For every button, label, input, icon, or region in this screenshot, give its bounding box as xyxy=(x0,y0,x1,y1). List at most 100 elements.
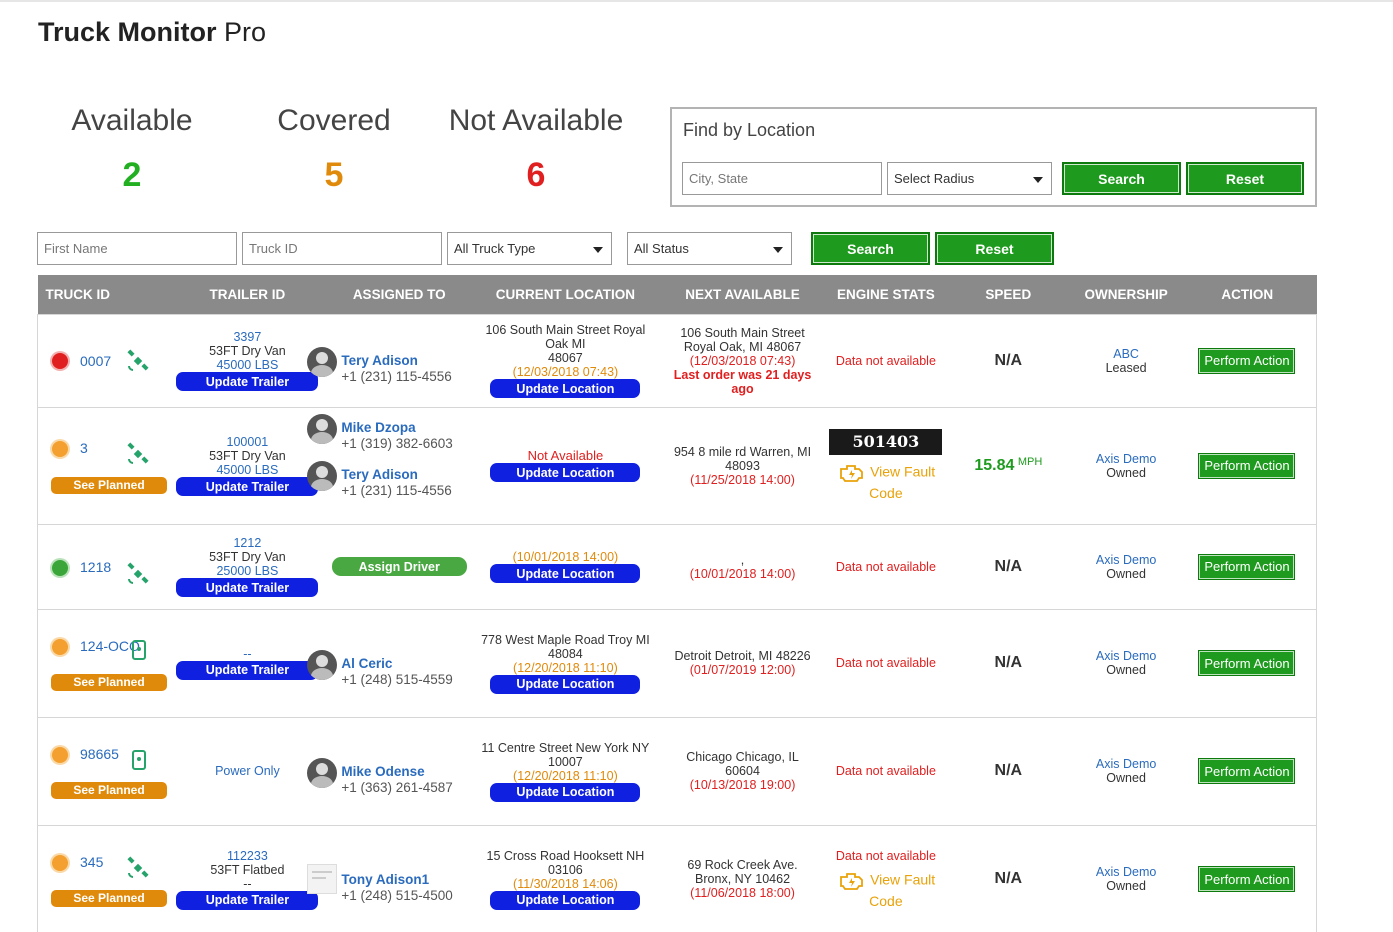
update-location-button[interactable]: Update Location xyxy=(490,379,641,398)
update-trailer-button[interactable]: Update Trailer xyxy=(176,890,319,910)
assigned-to-cell: Mike Dzopa +1 (319) 382-6603 Tery Adison… xyxy=(307,406,476,524)
truck-id-link[interactable]: 0007 xyxy=(80,353,111,369)
next-address: 954 8 mile rd Warren, MI xyxy=(673,444,812,459)
filter-reset-button[interactable]: Reset xyxy=(935,232,1054,265)
column-header[interactable]: ASSIGNED TO xyxy=(323,275,476,314)
owner-type: Owned xyxy=(1106,566,1146,581)
location-zip: 48067 xyxy=(548,351,583,365)
perform-action-button[interactable]: Perform Action xyxy=(1198,650,1296,676)
mobile-device-icon xyxy=(132,749,146,770)
perform-action-button[interactable]: Perform Action xyxy=(1198,553,1296,580)
driver-phone: +1 (248) 515-4500 xyxy=(341,887,453,903)
see-planned-button[interactable]: See Planned xyxy=(51,673,167,691)
column-header[interactable]: TRUCK ID xyxy=(37,275,172,314)
trailer-id-link[interactable]: 100001 xyxy=(171,435,323,449)
see-planned-button[interactable]: See Planned xyxy=(51,476,167,494)
location-address: 11 Centre Street New York NY xyxy=(481,740,650,755)
trailer-power-only: Power Only xyxy=(215,764,280,778)
first-name-input[interactable] xyxy=(37,232,237,265)
update-location-button[interactable]: Update Location xyxy=(490,463,641,482)
update-trailer-button[interactable]: Update Trailer xyxy=(176,578,319,597)
view-fault-code-link-end[interactable]: Code xyxy=(829,891,942,911)
assigned-to-cell: Al Ceric +1 (248) 515-4559 xyxy=(307,608,476,717)
driver-name-link[interactable]: Tery Adison xyxy=(341,467,418,482)
see-planned-button[interactable]: See Planned xyxy=(51,889,167,907)
driver-name-link[interactable]: Mike Dzopa xyxy=(341,420,415,435)
trailer-id-link[interactable]: 1212 xyxy=(171,536,323,550)
driver-name-link[interactable]: Mike Odense xyxy=(341,764,424,779)
location-search-button[interactable]: Search xyxy=(1062,162,1181,195)
owner-company-link[interactable]: Axis Demo xyxy=(1074,452,1178,466)
assigned-to-cell: Tony Adison1 +1 (248) 515-4500 xyxy=(307,824,476,932)
update-location-button[interactable]: Update Location xyxy=(490,564,641,583)
column-header[interactable]: OWNERSHIP xyxy=(1074,275,1178,314)
perform-action-button[interactable]: Perform Action xyxy=(1198,866,1296,893)
trailer-id-link[interactable]: 112233 xyxy=(171,849,323,863)
column-header[interactable]: NEXT AVAILABLE xyxy=(655,275,830,314)
view-fault-code-link[interactable]: View Fault xyxy=(870,463,935,479)
owner-company-link[interactable]: Axis Demo xyxy=(1074,649,1178,663)
truck-id-cell: 0007 xyxy=(37,313,172,407)
perform-action-button[interactable]: Perform Action xyxy=(1198,758,1296,784)
driver-name-link[interactable]: Tery Adison xyxy=(341,353,418,368)
truck-id-link[interactable]: 3 xyxy=(80,440,88,456)
update-location-button[interactable]: Update Location xyxy=(490,674,641,694)
trailer-type: 53FT Dry Van xyxy=(209,344,286,358)
table-row[interactable]: 345 See Planned 112233 53FT Flatbed -- U… xyxy=(37,824,1317,932)
table-row[interactable]: 0007 3397 53FT Dry Van 45000 LBS Update … xyxy=(37,313,1317,407)
speed-na: N/A xyxy=(994,654,1023,671)
status-dot-icon xyxy=(52,440,68,457)
column-header[interactable]: SPEED xyxy=(942,275,1075,314)
column-header[interactable]: ACTION xyxy=(1177,275,1317,314)
update-trailer-button[interactable]: Update Trailer xyxy=(176,372,319,391)
trailer-weight: 25000 LBS xyxy=(216,564,279,578)
see-planned-button[interactable]: See Planned xyxy=(51,781,167,799)
trailer-id-link[interactable]: -- xyxy=(171,647,323,661)
column-header[interactable]: TRAILER ID xyxy=(171,275,324,314)
status-select[interactable]: All Status xyxy=(627,232,792,265)
driver-name-link[interactable]: Tony Adison1 xyxy=(341,872,429,887)
table-row[interactable]: 98665 See Planned Power Only Mike Odense… xyxy=(37,716,1317,825)
owner-company-link[interactable]: Axis Demo xyxy=(1074,865,1178,879)
trailer-id-link[interactable]: 3397 xyxy=(171,330,323,344)
truck-type-select[interactable]: All Truck Type xyxy=(447,232,612,265)
engine-stats-cell: Data not available xyxy=(829,313,943,407)
view-fault-code-link[interactable]: View Fault xyxy=(870,872,935,888)
column-header[interactable]: ENGINE STATS xyxy=(829,275,943,314)
truck-id-link[interactable]: 345 xyxy=(80,854,103,870)
truck-id-link[interactable]: 1218 xyxy=(80,559,111,575)
speed-cell: N/A xyxy=(942,523,1075,609)
truck-id-cell: 98665 See Planned xyxy=(37,716,172,825)
driver-name-link[interactable]: Al Ceric xyxy=(341,656,392,671)
table-row[interactable]: 1218 1212 53FT Dry Van 25000 LBS Update … xyxy=(37,523,1317,609)
owner-company-link[interactable]: ABC xyxy=(1074,347,1178,361)
filter-search-button[interactable]: Search xyxy=(811,232,930,265)
ownership-cell: Axis Demo Owned xyxy=(1074,824,1178,932)
next-address: Chicago Chicago, IL xyxy=(686,750,799,764)
location-reset-button[interactable]: Reset xyxy=(1186,162,1304,195)
location-input[interactable] xyxy=(682,162,882,195)
column-header[interactable]: CURRENT LOCATION xyxy=(475,275,656,314)
perform-action-button[interactable]: Perform Action xyxy=(1198,452,1296,479)
assigned-to-cell: Assign Driver xyxy=(323,523,476,609)
action-cell: Perform Action xyxy=(1177,608,1317,717)
truck-id-link[interactable]: 98665 xyxy=(80,746,119,762)
radius-select-value: Select Radius xyxy=(894,171,975,186)
owner-company-link[interactable]: Axis Demo xyxy=(1074,553,1178,567)
view-fault-code-link-end[interactable]: Code xyxy=(829,483,942,503)
table-row[interactable]: 124-OCO See Planned -- Update Trailer Al… xyxy=(37,608,1317,717)
next-time: (12/03/2018 07:43) xyxy=(689,353,796,368)
table-row[interactable]: 3 See Planned 100001 53FT Dry Van 45000 … xyxy=(37,406,1317,524)
perform-action-button[interactable]: Perform Action xyxy=(1198,347,1296,374)
update-location-button[interactable]: Update Location xyxy=(490,890,641,910)
speed-value: 15.84 xyxy=(974,457,1015,475)
update-trailer-button[interactable]: Update Trailer xyxy=(176,477,319,496)
update-location-button[interactable]: Update Location xyxy=(490,782,641,802)
truck-id-input[interactable] xyxy=(242,232,442,265)
avatar xyxy=(307,346,338,377)
truck-id-link[interactable]: 124-OCO xyxy=(80,638,140,654)
owner-company-link[interactable]: Axis Demo xyxy=(1074,757,1178,771)
radius-select[interactable]: Select Radius xyxy=(887,162,1052,195)
assign-driver-button[interactable]: Assign Driver xyxy=(331,557,467,576)
update-trailer-button[interactable]: Update Trailer xyxy=(176,660,319,680)
